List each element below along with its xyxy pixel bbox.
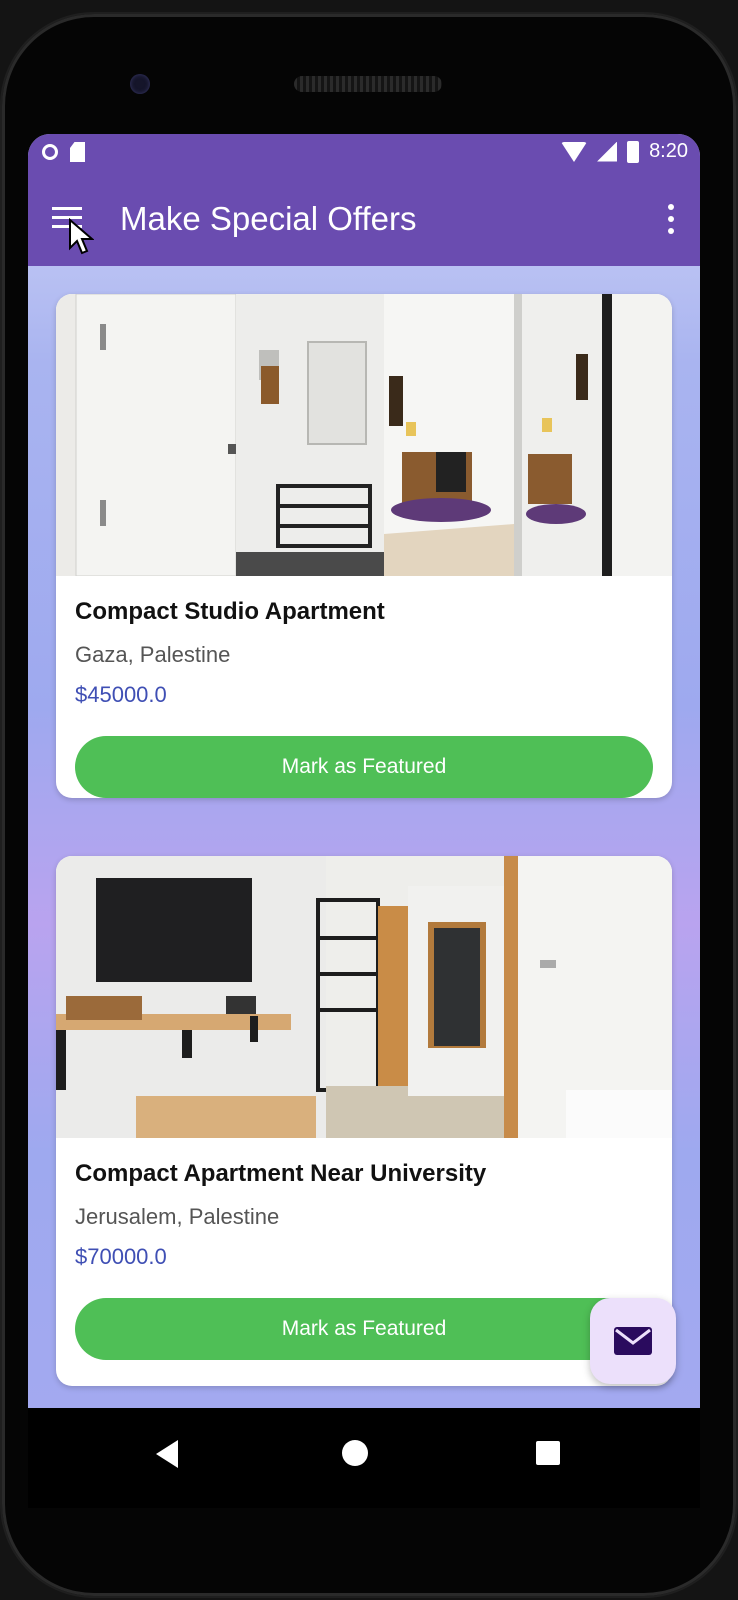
- listing-title: Compact Apartment Near University: [75, 1160, 487, 1187]
- app-screen: 8:20 Make Special Offers Compact Studio …: [28, 134, 700, 1408]
- battery-icon: [627, 140, 640, 163]
- listing-price: $45000.0: [75, 682, 167, 707]
- mail-icon: [614, 1327, 652, 1355]
- earpiece-speaker: [294, 76, 442, 92]
- listing-info: Compact Apartment Near University Jerusa…: [56, 1138, 672, 1360]
- listing-title: Compact Studio Apartment: [75, 598, 385, 625]
- home-icon[interactable]: [342, 1440, 368, 1466]
- wifi-icon: [561, 141, 588, 162]
- status-right-icons: 8:20: [561, 140, 688, 163]
- sd-card-icon: [70, 142, 85, 162]
- listing-photo: [56, 294, 672, 576]
- app-bar: Make Special Offers: [28, 174, 700, 266]
- more-vert-icon: [668, 204, 674, 210]
- mouse-cursor-icon: [69, 218, 94, 255]
- status-bar: 8:20: [28, 134, 700, 174]
- listing-card[interactable]: Compact Apartment Near University Jerusa…: [56, 856, 672, 1386]
- app-title: Make Special Offers: [120, 200, 417, 237]
- listing-photo: [56, 856, 672, 1138]
- overflow-menu-button[interactable]: [666, 204, 676, 234]
- status-left-icons: [42, 142, 85, 162]
- mark-featured-button[interactable]: Mark as Featured: [75, 1298, 653, 1360]
- listing-info: Compact Studio Apartment Gaza, Palestine…: [56, 576, 672, 798]
- status-time: 8:20: [649, 140, 688, 162]
- signal-icon: [597, 141, 618, 162]
- listing-price: $70000.0: [75, 1244, 167, 1269]
- back-icon[interactable]: [156, 1440, 178, 1468]
- listing-card[interactable]: Compact Studio Apartment Gaza, Palestine…: [56, 294, 672, 798]
- mark-featured-button[interactable]: Mark as Featured: [75, 736, 653, 798]
- sync-indicator-icon: [42, 144, 58, 160]
- listing-location: Jerusalem, Palestine: [75, 1204, 280, 1229]
- system-nav-bar: [28, 1408, 700, 1508]
- recents-icon[interactable]: [536, 1441, 560, 1465]
- listing-location: Gaza, Palestine: [75, 642, 231, 667]
- front-camera: [130, 74, 150, 94]
- message-fab[interactable]: [590, 1298, 676, 1384]
